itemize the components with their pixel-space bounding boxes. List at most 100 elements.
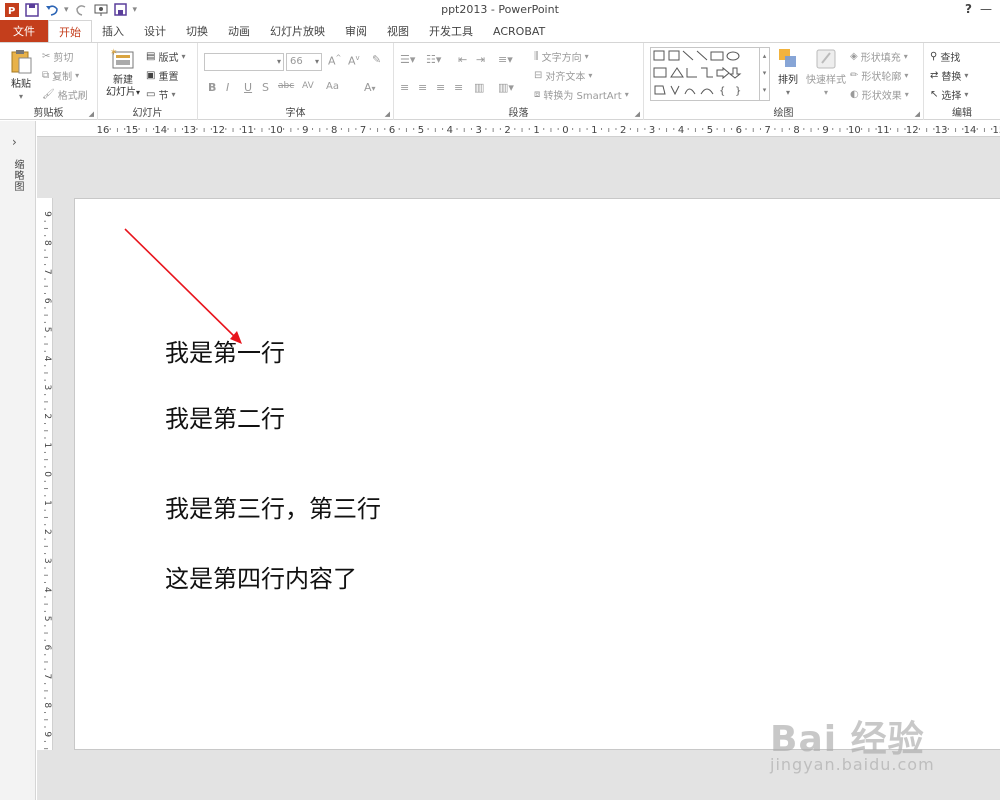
distribute-icon[interactable]: ▥ [474,81,484,94]
ruler-label: 1 [42,442,52,448]
shape-effects-button[interactable]: ◐ 形状效果 ▾ [850,87,909,102]
help-icon[interactable]: ? [965,2,972,16]
align-text-button[interactable]: ⊟ 对齐文本 ▾ [534,68,592,83]
ruler-label: 1 [42,500,52,506]
grow-font-icon[interactable]: A^ [328,54,341,68]
customize-qat-icon[interactable]: ▾ [133,5,138,15]
tab-review[interactable]: 审阅 [335,20,377,42]
tab-home[interactable]: 开始 [48,20,92,43]
slide-canvas[interactable]: 我是第一行 我是第二行 我是第三行，第三行 这是第四行内容了 [74,198,1000,750]
tab-acrobat[interactable]: ACROBAT [483,20,555,42]
brush-icon: 🖌 [42,89,55,100]
shapes-gallery-scroll[interactable]: ▴ ▾ ▾ [760,47,770,101]
save-as-icon[interactable] [113,2,129,18]
ruler-tick [44,495,46,497]
font-launcher-icon[interactable]: ◢ [385,110,390,118]
ruler-tick [297,128,299,130]
font-color-button[interactable]: A▾ [364,81,376,94]
tab-developer[interactable]: 开发工具 [419,20,483,42]
thumbnail-pane-label[interactable]: 缩略图 [10,159,25,192]
convert-smartart-button[interactable]: ⧈ 转换为 SmartArt ▾ [534,87,629,102]
undo-icon[interactable] [44,2,60,18]
columns-icon[interactable]: ▥▾ [498,81,514,94]
increase-indent-icon[interactable]: ⇥ [476,53,485,66]
copy-button[interactable]: ⧉ 复制 ▾ [42,68,79,83]
ruler-tick [44,581,46,583]
ruler-tick [44,639,46,641]
reset-button[interactable]: ▣ 重置 [146,68,178,83]
paste-button[interactable]: 粘贴 ▾ [6,49,36,103]
vertical-ruler[interactable]: 9 8 7 6 5 4 3 2 1 0 1 2 3 4 5 6 7 8 9 [37,198,53,750]
text-line-3[interactable]: 我是第三行，第三行 [165,489,381,524]
clear-formatting-icon[interactable]: ✎ [372,53,381,66]
ruler-label: 7 [765,125,771,136]
ruler-tick [528,128,530,130]
text-line-4[interactable]: 这是第四行内容了 [165,559,357,594]
ruler-label: 9 [42,731,52,737]
drawing-launcher-icon[interactable]: ◢ [915,110,920,118]
expand-pane-icon[interactable]: › [12,135,17,149]
undo-dropdown-icon[interactable]: ▾ [64,5,69,15]
ruler-tick [44,553,46,555]
bold-button[interactable]: B [208,81,216,94]
arrange-button[interactable]: 排列 ▾ [772,47,804,99]
text-line-2[interactable]: 我是第二行 [165,399,285,434]
numbering-icon[interactable]: ☷▾ [426,53,441,66]
new-slide-button[interactable]: ✶ 新建 幻灯片▾ [102,47,144,99]
bullets-icon[interactable]: ☰▾ [400,53,415,66]
tab-insert[interactable]: 插入 [92,20,134,42]
format-painter-button[interactable]: 🖌 格式刷 [42,87,88,102]
layout-button[interactable]: ▤ 版式 ▾ [146,49,185,64]
shrink-font-icon[interactable]: Av [348,54,360,68]
tab-file[interactable]: 文件 [0,20,48,42]
ruler-tick [319,128,321,132]
font-size-combo[interactable]: 66 ▾ [286,53,322,71]
redo-icon[interactable] [73,2,89,18]
ruler-tick [44,459,48,461]
select-button[interactable]: ↖ 选择 ▾ [930,87,968,102]
tab-animations[interactable]: 动画 [218,20,260,42]
text-line-1[interactable]: 我是第一行 [165,333,285,368]
start-slideshow-icon[interactable] [93,2,109,18]
svg-text:{: { [719,86,725,97]
italic-button[interactable]: I [226,81,229,94]
section-button[interactable]: ▭ 节 ▾ [146,87,175,102]
strikethrough-button[interactable]: abc [278,81,294,91]
paragraph-launcher-icon[interactable]: ◢ [635,110,640,118]
copy-dropdown-icon[interactable]: ▾ [75,71,79,80]
underline-button[interactable]: U [244,81,252,94]
ruler-label: 2 [42,529,52,535]
tab-design[interactable]: 设计 [134,20,176,42]
align-left-icon[interactable]: ≡ [400,81,409,94]
save-icon[interactable] [24,2,40,18]
find-button[interactable]: ⚲ 查找 [930,49,960,64]
text-direction-button[interactable]: ⫼ 文字方向 ▾ [534,49,589,64]
ribbon-display-icon[interactable]: — [980,2,992,16]
align-center-icon[interactable]: ≡ [418,81,427,94]
tab-transitions[interactable]: 切换 [176,20,218,42]
tab-view[interactable]: 视图 [377,20,419,42]
shape-fill-button[interactable]: ◈ 形状填充 ▾ [850,49,908,64]
tab-slideshow[interactable]: 幻灯片放映 [260,20,335,42]
new-slide-dropdown-icon[interactable]: ▾ [136,88,140,97]
quick-styles-button[interactable]: 快速样式 ▾ [804,47,848,99]
new-slide-icon: ✶ [110,48,134,69]
decrease-indent-icon[interactable]: ⇤ [458,53,467,66]
change-case-button[interactable]: Aa [326,81,339,92]
justify-icon[interactable]: ≡ [454,81,463,94]
replace-button[interactable]: ⇄ 替换 ▾ [930,68,968,83]
ruler-tick [615,128,617,130]
align-right-icon[interactable]: ≡ [436,81,445,94]
clipboard-launcher-icon[interactable]: ◢ [89,110,94,118]
ruler-label: 3 [42,558,52,564]
horizontal-ruler[interactable]: 16 15 14 13 12 11 10 9 8 7 6 5 4 3 2 1 0 1 2 3 4 5 6 7 8 9 10 11 12 1… [37,121,1000,137]
line-spacing-icon[interactable]: ≡▾ [498,53,513,66]
font-name-combo[interactable]: ▾ [204,53,284,71]
cut-button[interactable]: ✂ 剪切 [42,49,73,64]
shape-outline-button[interactable]: ✏ 形状轮廓 ▾ [850,68,908,83]
shapes-gallery[interactable]: {} [650,47,760,101]
character-spacing-button[interactable]: AV [302,81,314,91]
paste-dropdown-icon[interactable]: ▾ [6,91,36,103]
ruler-label: 9 [42,211,52,217]
shadow-button[interactable]: S [262,81,269,94]
